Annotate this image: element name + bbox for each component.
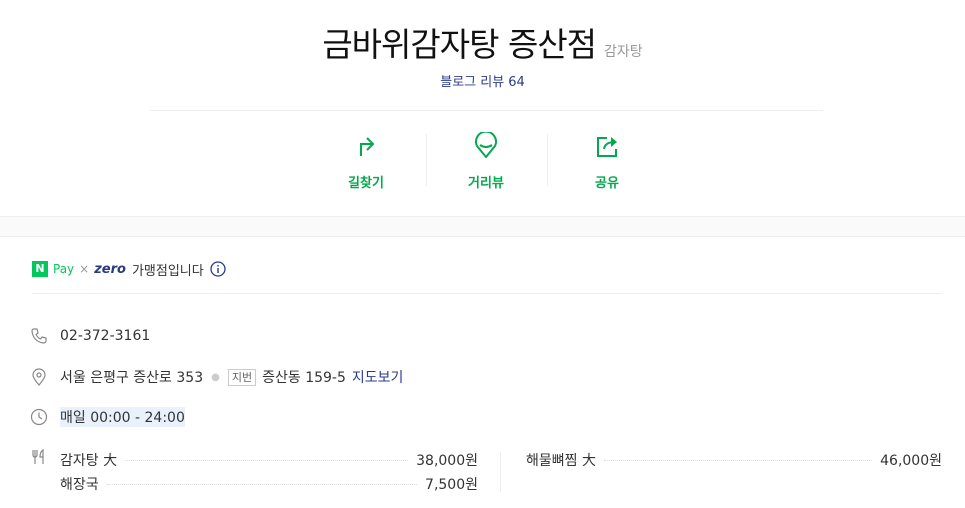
menu-item-price: 7,500원: [425, 477, 478, 493]
menu-dotted-leader: [603, 459, 873, 461]
jibun-address: 증산동 159-5: [262, 370, 346, 386]
pay-text: Pay: [53, 262, 75, 276]
hours-row: 매일 00:00 - 24:00: [30, 406, 185, 428]
share-label: 공유: [595, 176, 619, 191]
menu-item: 감자탕 大 38,000원: [60, 448, 478, 472]
member-store-text: 가맹점입니다: [131, 263, 204, 279]
title-row: 금바위감자탕 증산점 감자탕: [0, 18, 965, 66]
menu-dotted-leader: [125, 459, 409, 461]
action-bar: 길찾기 거리뷰 공유: [0, 128, 965, 198]
menu-divider: [500, 452, 501, 492]
cross-mark: ×: [79, 262, 90, 276]
share-icon: [597, 137, 617, 157]
info-divider: [32, 293, 942, 294]
menu-item: 해장국 7,500원: [60, 472, 478, 496]
action-divider: [426, 134, 427, 186]
directions-button[interactable]: 길찾기: [316, 128, 416, 194]
menu-item-price: 46,000원: [880, 453, 942, 469]
phone-row: 02-372-3161: [30, 325, 150, 347]
menu-dotted-leader: [106, 483, 418, 485]
naver-n-logo: N: [32, 261, 48, 277]
phone-icon: [31, 328, 47, 344]
phone-number[interactable]: 02-372-3161: [60, 328, 150, 344]
road-address: 서울 은평구 증산로 353: [60, 370, 204, 386]
streetview-button[interactable]: 거리뷰: [436, 128, 536, 194]
streetview-label: 거리뷰: [468, 176, 504, 191]
review-label: 블로그 리뷰: [440, 75, 505, 90]
menu-item-name: 감자탕 大: [60, 453, 118, 469]
menu-list-left: 감자탕 大 38,000원 해장국 7,500원: [60, 448, 478, 508]
place-title: 금바위감자탕 증산점: [322, 25, 597, 64]
share-button[interactable]: 공유: [557, 128, 657, 194]
review-count: 64: [508, 75, 525, 90]
directions-icon: [360, 137, 375, 156]
location-pin-icon: [32, 368, 46, 386]
clock-icon: [30, 408, 48, 426]
address-separator-dot: ●: [211, 371, 220, 383]
menu-item-price: 38,000원: [416, 453, 478, 469]
business-hours: 매일 00:00 - 24:00: [60, 407, 185, 427]
menu-item-name: 해장국: [60, 477, 99, 493]
address-row: 서울 은평구 증산로 353 ● 지번 증산동 159-5 지도보기: [30, 366, 403, 388]
blog-review-link[interactable]: 블로그 리뷰 64: [0, 71, 965, 90]
jibun-badge: 지번: [227, 368, 257, 386]
info-icon[interactable]: [210, 261, 226, 277]
menu-item: 해물뼈찜 大 46,000원: [526, 448, 942, 472]
zero-logo: zero: [94, 261, 126, 277]
place-category: 감자탕: [604, 44, 643, 60]
npay-zero-notice: N Pay × zero 가맹점입니다: [32, 259, 226, 279]
header-divider: [150, 110, 823, 111]
section-gap-band: [0, 216, 965, 237]
menu-item-name: 해물뼈찜 大: [526, 453, 596, 469]
directions-label: 길찾기: [348, 176, 384, 191]
view-map-link[interactable]: 지도보기: [352, 367, 404, 387]
place-header: 금바위감자탕 증산점 감자탕 블로그 리뷰 64: [0, 0, 965, 110]
menu-list-right: 해물뼈찜 大 46,000원: [526, 448, 942, 508]
streetview-pin-icon: [475, 132, 497, 158]
fork-knife-icon: [32, 448, 44, 464]
action-divider: [547, 134, 548, 186]
